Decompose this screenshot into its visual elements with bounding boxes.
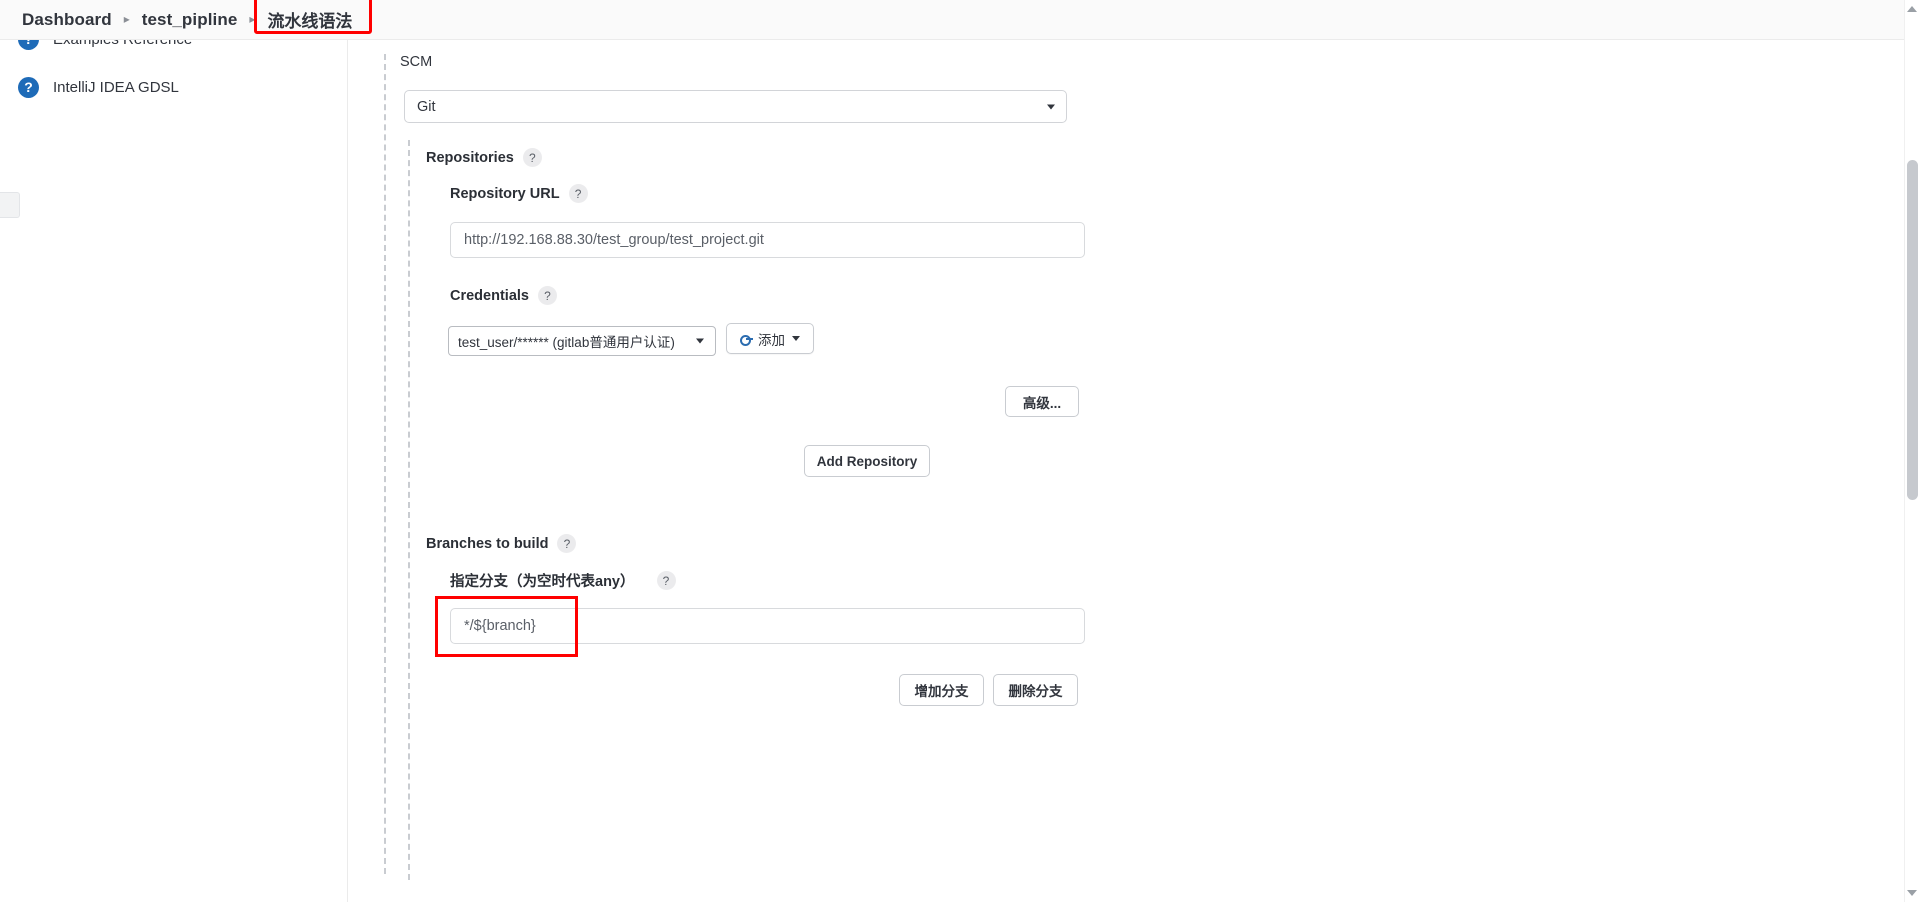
scroll-down-arrow-icon[interactable] — [1907, 890, 1917, 896]
help-circle-icon: ? — [18, 76, 39, 98]
branch-specifier-label: 指定分支（为空时代表any） — [450, 574, 635, 590]
repositories-section-header: Repositories ? — [426, 148, 542, 167]
form-outer-dashed-border — [384, 54, 386, 874]
credentials-select[interactable]: test_user/****** (gitlab普通用户认证) — [448, 326, 716, 356]
help-icon[interactable]: ? — [557, 534, 577, 553]
repository-url-input[interactable]: http://192.168.88.30/test_group/test_pro… — [450, 222, 1085, 258]
scm-section: SCM — [384, 54, 1084, 79]
page-scrollbar[interactable] — [1904, 0, 1920, 902]
main-content: SCM Git Repositories ? Repository URL ? … — [348, 40, 1920, 902]
help-icon[interactable]: ? — [568, 184, 588, 203]
repository-url-value: http://192.168.88.30/test_group/test_pro… — [464, 232, 764, 248]
repository-url-label-row: Repository URL ? — [450, 184, 588, 203]
advanced-button[interactable]: 高级... — [1005, 386, 1079, 417]
branch-specifier-input[interactable]: */${branch} — [450, 608, 1085, 644]
help-icon[interactable]: ? — [522, 148, 542, 167]
breadcrumb-item-label: 流水线语法 — [267, 12, 353, 31]
repositories-dashed-border — [408, 140, 410, 880]
page-root: Dashboard ▸ test_pipline ▸ 流水线语法 ? Examp… — [0, 0, 1920, 902]
credentials-label-row: Credentials ? — [450, 286, 557, 305]
scrollbar-thumb[interactable] — [1907, 160, 1918, 500]
credentials-select-value: test_user/****** (gitlab普通用户认证) — [458, 335, 675, 350]
branches-title: Branches to build — [426, 535, 549, 552]
breadcrumb-item-test-pipline[interactable]: test_pipline — [142, 10, 238, 30]
help-icon[interactable]: ? — [537, 286, 557, 305]
sidebar-item-intellij-idea-gdsl[interactable]: ? IntelliJ IDEA GDSL — [0, 70, 347, 104]
add-repository-button[interactable]: Add Repository — [804, 445, 930, 477]
add-credentials-label: 添加 — [758, 332, 785, 348]
scm-select-value: Git — [417, 98, 436, 115]
breadcrumb-separator: ▸ — [123, 11, 130, 26]
branch-specifier-label-row: 指定分支（为空时代表any） ? — [450, 570, 676, 591]
credentials-label: Credentials — [450, 287, 529, 304]
scm-label: SCM — [400, 54, 433, 70]
sidebar-item-label: IntelliJ IDEA GDSL — [53, 78, 179, 96]
chevron-down-icon — [792, 336, 800, 341]
add-branch-button[interactable]: 增加分支 — [899, 674, 984, 706]
add-credentials-button[interactable]: 添加 — [726, 323, 814, 354]
sidebar: ? Examples Reference ? IntelliJ IDEA GDS… — [0, 28, 348, 902]
key-icon — [740, 334, 753, 346]
delete-branch-button[interactable]: 删除分支 — [993, 674, 1078, 706]
branches-section-header: Branches to build ? — [426, 534, 577, 553]
branch-specifier-value: */${branch} — [464, 618, 536, 634]
breadcrumb-separator: ▸ — [249, 11, 256, 26]
help-icon[interactable]: ? — [656, 571, 676, 590]
breadcrumb-item-dashboard[interactable]: Dashboard — [22, 10, 112, 30]
repository-url-label: Repository URL — [450, 185, 560, 202]
repositories-title: Repositories — [426, 149, 514, 166]
chevron-down-icon — [696, 338, 704, 344]
chevron-down-icon — [1047, 104, 1055, 109]
scroll-up-arrow-icon[interactable] — [1907, 6, 1917, 12]
sidebar-collapse-handle[interactable] — [0, 192, 20, 218]
breadcrumb-item-pipeline-syntax[interactable]: 流水线语法 — [254, 0, 373, 34]
breadcrumb: Dashboard ▸ test_pipline ▸ 流水线语法 — [0, 0, 1904, 40]
scm-select[interactable]: Git — [404, 90, 1067, 123]
